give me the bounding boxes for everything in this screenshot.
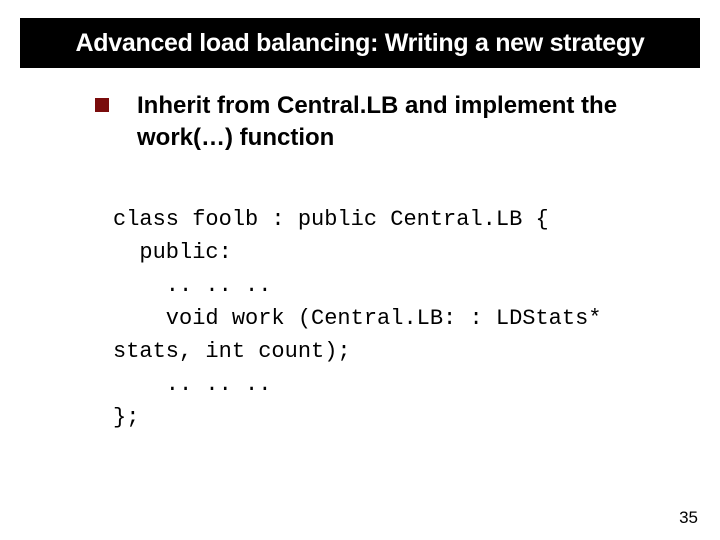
bullet-item: Inherit from Central.LB and implement th… <box>95 90 660 155</box>
slide-body: Inherit from Central.LB and implement th… <box>95 90 660 434</box>
code-line: .. .. .. <box>113 273 271 298</box>
code-line: }; <box>113 405 139 430</box>
slide: Advanced load balancing: Writing a new s… <box>0 0 720 540</box>
code-line: public: <box>113 240 232 265</box>
bullet-square-icon <box>95 98 109 112</box>
slide-title: Advanced load balancing: Writing a new s… <box>76 29 645 58</box>
code-block: class foolb : public Central.LB { public… <box>113 203 660 434</box>
code-line: stats, int count); <box>113 339 351 364</box>
code-line: class foolb : public Central.LB { <box>113 207 549 232</box>
page-number: 35 <box>679 508 698 528</box>
code-line: .. .. .. <box>113 372 271 397</box>
code-line: void work (Central.LB: : LDStats* <box>113 306 601 331</box>
bullet-text: Inherit from Central.LB and implement th… <box>137 90 660 155</box>
title-bar: Advanced load balancing: Writing a new s… <box>20 18 700 68</box>
